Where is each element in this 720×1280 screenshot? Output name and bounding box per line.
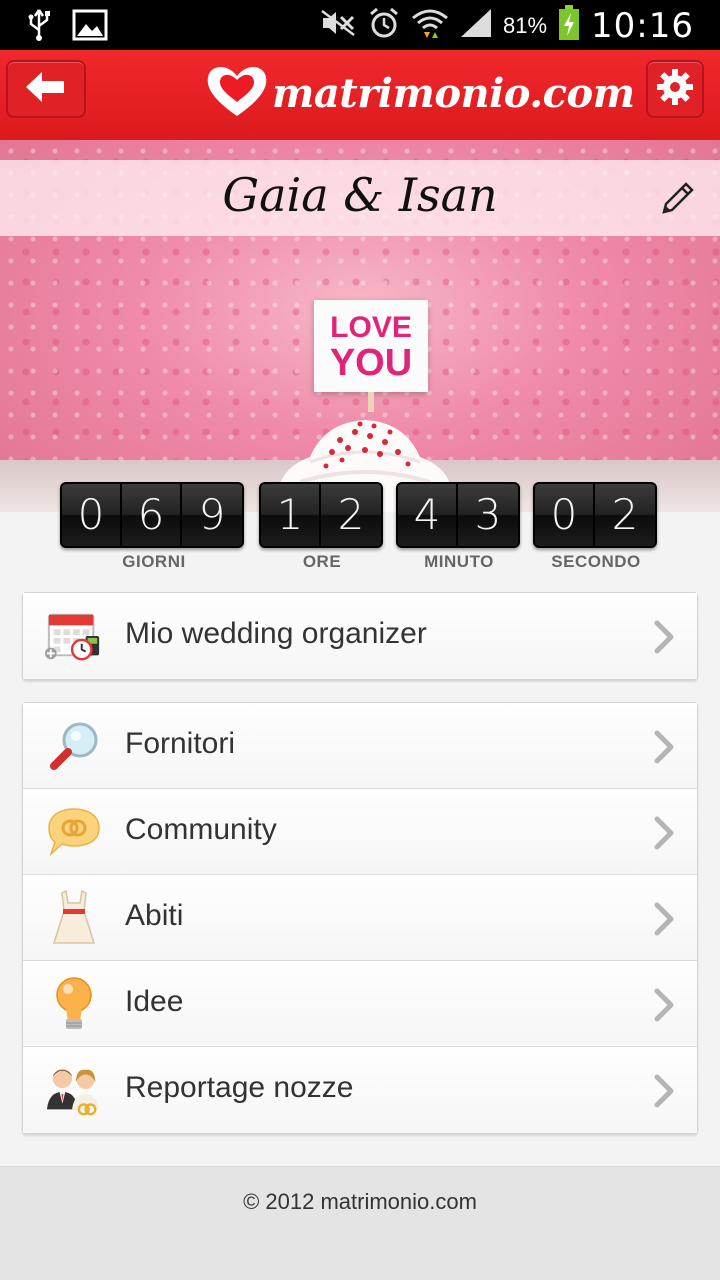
copyright-text: © 2012 matrimonio.com xyxy=(243,1189,477,1214)
heart-icon xyxy=(204,62,270,125)
digit: 6 xyxy=(122,484,182,546)
usb-icon xyxy=(24,8,54,47)
countdown-seconds: 0 2 xyxy=(533,482,657,548)
couple-name-band: Gaia & Isan xyxy=(0,160,720,236)
menu-item-reportage[interactable]: Reportage nozze xyxy=(23,1047,697,1133)
menu-label-reportage: Reportage nozze xyxy=(125,1071,354,1104)
card-line1: LOVE xyxy=(330,311,412,344)
battery-charging-icon xyxy=(557,4,581,47)
chevron-right-icon xyxy=(653,729,675,770)
dress-icon xyxy=(45,889,103,947)
digit: 1 xyxy=(261,484,321,546)
menu-label-abiti: Abiti xyxy=(125,899,184,932)
countdown: 0 6 9 GIORNI 1 2 ORE 4 3 MINUTO 0 2 SECO… xyxy=(0,478,720,578)
digit: 2 xyxy=(321,484,381,546)
couple-icon xyxy=(45,1061,103,1119)
digit: 3 xyxy=(458,484,518,546)
menu-label-fornitori: Fornitori xyxy=(125,727,236,760)
app-header: matrimonio.com xyxy=(0,50,720,140)
gear-icon xyxy=(656,68,694,111)
countdown-label-minutes: MINUTO xyxy=(424,552,494,571)
logo-text: matrimonio.com xyxy=(272,69,635,117)
magnifier-icon xyxy=(45,717,103,775)
digit: 2 xyxy=(595,484,655,546)
menu-item-community[interactable]: Community xyxy=(23,789,697,875)
card-line2: YOU xyxy=(329,342,413,384)
muted-icon xyxy=(319,8,357,43)
calendar-icon xyxy=(45,607,103,665)
countdown-label-hours: ORE xyxy=(302,552,342,571)
digit: 9 xyxy=(182,484,242,546)
countdown-hours: 1 2 xyxy=(259,482,383,548)
menu-item-fornitori[interactable]: Fornitori xyxy=(23,703,697,789)
menu-item-idee[interactable]: Idee xyxy=(23,961,697,1047)
chevron-right-icon xyxy=(653,901,675,942)
love-you-card: LOVE YOU xyxy=(314,300,428,392)
settings-button[interactable] xyxy=(646,60,704,118)
menu-item-abiti[interactable]: Abiti xyxy=(23,875,697,961)
pencil-icon[interactable] xyxy=(658,178,698,223)
menu-label-idee: Idee xyxy=(125,985,184,1018)
digit: 4 xyxy=(398,484,458,546)
lightbulb-icon xyxy=(45,975,103,1033)
signal-icon xyxy=(459,7,493,44)
digit: 0 xyxy=(535,484,595,546)
status-bar: 81% 10:16 xyxy=(0,0,720,50)
chevron-right-icon xyxy=(653,619,675,660)
alarm-icon xyxy=(367,6,401,45)
chevron-right-icon xyxy=(653,987,675,1028)
chevron-right-icon xyxy=(653,815,675,856)
footer: © 2012 matrimonio.com xyxy=(0,1166,720,1280)
menu-label-organizer: Mio wedding organizer xyxy=(125,617,427,650)
menu-item-organizer[interactable]: Mio wedding organizer xyxy=(23,593,697,679)
couple-name: Gaia & Isan xyxy=(222,168,498,222)
clock: 10:16 xyxy=(591,5,694,46)
back-button[interactable] xyxy=(6,60,86,118)
countdown-minutes: 4 3 xyxy=(396,482,520,548)
main-menu-card: Fornitori Community Abiti Idee Reportage… xyxy=(22,702,698,1134)
arrow-left-icon xyxy=(24,70,68,109)
speech-bubble-icon xyxy=(45,803,103,861)
menu-label-community: Community xyxy=(125,813,277,846)
image-icon xyxy=(72,9,108,46)
battery-percent: 81% xyxy=(502,12,548,38)
hero-image: Gaia & Isan LOVE YOU xyxy=(0,140,720,512)
countdown-label-seconds: SECONDO xyxy=(551,552,641,571)
chevron-right-icon xyxy=(653,1073,675,1114)
logo: matrimonio.com xyxy=(204,58,635,128)
digit: 0 xyxy=(62,484,122,546)
organizer-card: Mio wedding organizer xyxy=(22,592,698,680)
countdown-label-days: GIORNI xyxy=(122,552,186,571)
wifi-icon xyxy=(411,6,449,45)
countdown-days: 0 6 9 xyxy=(60,482,244,548)
